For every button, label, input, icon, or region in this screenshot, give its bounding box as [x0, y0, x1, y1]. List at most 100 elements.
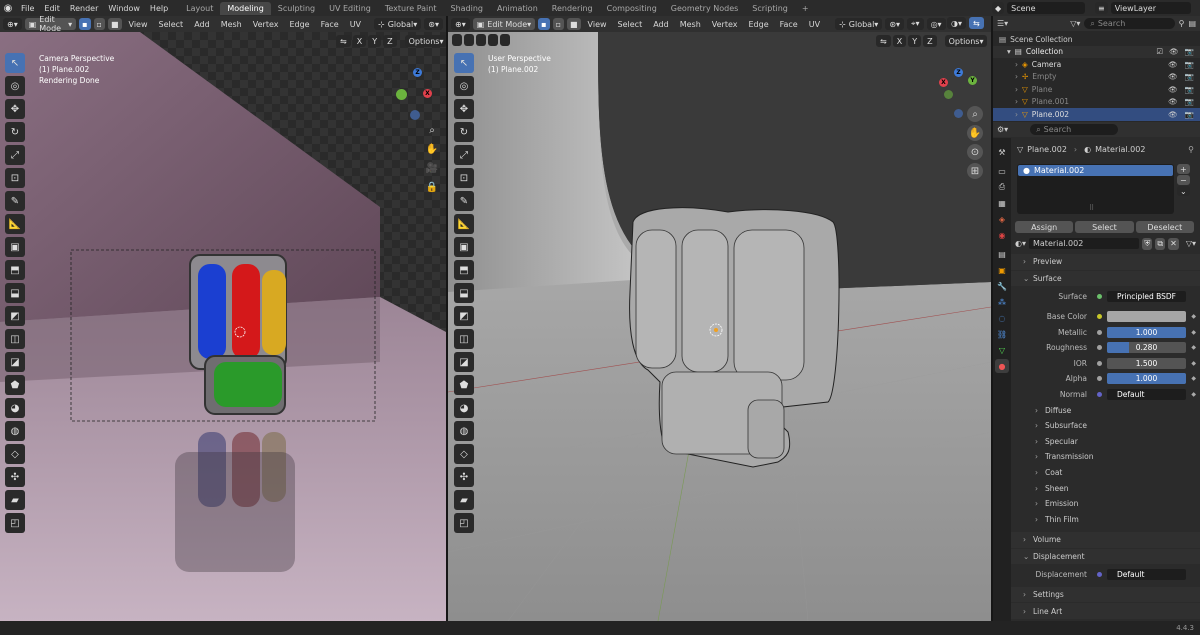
menu-file[interactable]: File — [16, 4, 39, 13]
tool-tab-icon[interactable]: ⚒ — [995, 145, 1009, 159]
knife-tool-icon[interactable]: ◪ — [454, 352, 474, 372]
zoom-icon[interactable]: ⌕ — [424, 122, 440, 138]
surface-panel[interactable]: ⌄ Surface — [1011, 270, 1200, 287]
rip-tool-icon[interactable]: ◰ — [5, 513, 25, 533]
mode-dropdown[interactable]: ▣ Edit Mode ▾ — [472, 18, 536, 30]
orientation-dropdown[interactable]: ⊹ Global ▾ — [374, 18, 422, 30]
modifiers-tab-icon[interactable]: 🔧 — [995, 279, 1009, 293]
outliner-item[interactable]: › ▽ Plane.001 👁 📷 — [993, 96, 1200, 109]
displacement-panel[interactable]: ⌄ Displacement — [1011, 548, 1200, 565]
spin-tool-icon[interactable]: ◕ — [5, 398, 25, 418]
overlay-icon[interactable]: ◑▾ — [947, 17, 966, 29]
menu-select[interactable]: Select — [155, 20, 188, 29]
scene-tab-icon[interactable]: ◈ — [995, 212, 1009, 226]
rip-tool-icon[interactable]: ◰ — [454, 513, 474, 533]
keyframe-dot-icon[interactable]: ◆ — [1191, 375, 1196, 382]
loop-cut-tool-icon[interactable]: ◫ — [454, 329, 474, 349]
tab-compositing[interactable]: Compositing — [600, 2, 664, 15]
properties-search[interactable]: ⌕ Search — [1030, 124, 1119, 135]
menu-help[interactable]: Help — [145, 4, 173, 13]
edge-slide-tool-icon[interactable]: ◇ — [5, 444, 25, 464]
blender-logo-icon[interactable]: ◉ — [0, 0, 16, 16]
subpanel-sheen[interactable]: › Sheen — [1011, 480, 1200, 496]
mirror-icon[interactable]: ⇋ — [876, 35, 891, 47]
smooth-tool-icon[interactable]: ◍ — [454, 421, 474, 441]
inset-tool-icon[interactable]: ⬓ — [5, 283, 25, 303]
color-swatch[interactable] — [1107, 311, 1186, 323]
eye-icon[interactable]: 👁 — [1169, 47, 1179, 56]
lock-icon[interactable]: 🔒 — [424, 179, 440, 195]
slot-item[interactable]: ● Material.002 — [1018, 165, 1173, 176]
tab-uv-editing[interactable]: UV Editing — [322, 2, 378, 15]
cursor-tool-icon[interactable]: ◎ — [454, 76, 474, 96]
expand-icon[interactable]: › — [1015, 97, 1018, 106]
surface-shader-field[interactable]: Principled BSDF — [1107, 291, 1186, 303]
outliner-item[interactable]: › ✢ Empty 👁 📷 — [993, 71, 1200, 84]
left-navigation-gizmo[interactable]: Z X — [393, 66, 443, 124]
world-tab-icon[interactable]: ◉ — [995, 228, 1009, 242]
checkbox-icon[interactable]: ☑ — [1156, 47, 1163, 56]
keyframe-dot-icon[interactable]: ◆ — [1191, 344, 1196, 351]
menu-render[interactable]: Render — [65, 4, 103, 13]
subpanel-specular[interactable]: › Specular — [1011, 434, 1200, 450]
subpanel-subsurface[interactable]: › Subsurface — [1011, 418, 1200, 434]
tab-scripting[interactable]: Scripting — [745, 2, 795, 15]
outliner-item[interactable]: › ▽ Plane 👁 📷 — [993, 83, 1200, 96]
measure-tool-icon[interactable]: 📐 — [5, 214, 25, 234]
shear-tool-icon[interactable]: ▰ — [5, 490, 25, 510]
axis-y-toggle[interactable]: Y — [908, 35, 922, 47]
select-subtract-icon[interactable] — [476, 34, 486, 46]
select-tool-icon[interactable]: ↖ — [5, 53, 25, 73]
snap-icon[interactable]: ⌖▾ — [907, 18, 924, 30]
subpanel-coat[interactable]: › Coat — [1011, 465, 1200, 481]
fake-user-icon[interactable]: ⛨ — [1142, 237, 1153, 250]
slot-menu-icon[interactable]: ⌄ — [1177, 186, 1190, 196]
outliner-collection[interactable]: ▾ ▤ Collection ☑ 👁 📷 — [993, 45, 1200, 58]
object-tab-icon[interactable]: ▣ — [995, 263, 1009, 277]
menu-edit[interactable]: Edit — [39, 4, 65, 13]
menu-uv[interactable]: UV — [805, 20, 824, 29]
gizmo-y-axis[interactable] — [396, 89, 407, 100]
gizmo-y-axis[interactable]: Y — [968, 76, 977, 85]
properties-editor-icon[interactable]: ⚙▾ — [997, 125, 1008, 134]
grid-icon[interactable]: ⊞ — [967, 163, 983, 179]
menu-vertex[interactable]: Vertex — [708, 20, 742, 29]
smooth-tool-icon[interactable]: ◍ — [5, 421, 25, 441]
subpanel-thin-film[interactable]: › Thin Film — [1011, 512, 1200, 528]
axis-x-toggle[interactable]: X — [892, 35, 907, 47]
menu-view[interactable]: View — [584, 20, 611, 29]
mirror-icon[interactable]: ⇋ — [336, 35, 351, 47]
subpanel-diffuse[interactable]: › Diffuse — [1011, 402, 1200, 418]
keyframe-dot-icon[interactable]: ◆ — [1191, 313, 1196, 320]
select-intersect-icon[interactable] — [500, 34, 510, 46]
assign-button[interactable]: Assign — [1015, 221, 1074, 233]
camera-render-icon[interactable]: 📷 — [1185, 85, 1194, 94]
add-workspace-button[interactable]: + — [795, 2, 816, 15]
tab-layout[interactable]: Layout — [179, 2, 220, 15]
options-dropdown[interactable]: Options ▾ — [404, 35, 448, 47]
pivot-icon[interactable]: ⊛▾ — [885, 18, 905, 30]
edge-select-icon[interactable]: ▫ — [552, 18, 564, 30]
shear-tool-icon[interactable]: ▰ — [454, 490, 474, 510]
menu-add[interactable]: Add — [190, 20, 214, 29]
edge-select-icon[interactable]: ▫ — [93, 18, 105, 30]
menu-window[interactable]: Window — [103, 4, 145, 13]
poly-build-tool-icon[interactable]: ⬟ — [5, 375, 25, 395]
tab-shading[interactable]: Shading — [443, 2, 490, 15]
gizmo-x-axis[interactable]: X — [423, 89, 432, 98]
tab-texture-paint[interactable]: Texture Paint — [378, 2, 444, 15]
gizmo-z-axis[interactable]: Z — [413, 68, 422, 77]
add-slot-icon[interactable]: + — [1177, 164, 1190, 174]
pan-hand-icon[interactable]: ✋ — [967, 125, 983, 141]
material-browse-icon[interactable]: ◐▾ — [1015, 239, 1026, 248]
view-layer-tab-icon[interactable]: ▦ — [995, 196, 1009, 210]
tab-sculpting[interactable]: Sculpting — [271, 2, 322, 15]
face-select-icon[interactable]: ■ — [107, 18, 122, 30]
vertex-select-icon[interactable]: ▪ — [79, 18, 91, 30]
poly-build-tool-icon[interactable]: ⬟ — [454, 375, 474, 395]
eye-icon[interactable]: 👁 — [1168, 72, 1178, 81]
outliner-search[interactable]: ⌕ Search — [1084, 18, 1175, 29]
cursor-tool-icon[interactable]: ◎ — [5, 76, 25, 96]
camera-render-icon[interactable]: 📷 — [1185, 47, 1194, 56]
camera-render-icon[interactable]: 📷 — [1185, 72, 1194, 81]
